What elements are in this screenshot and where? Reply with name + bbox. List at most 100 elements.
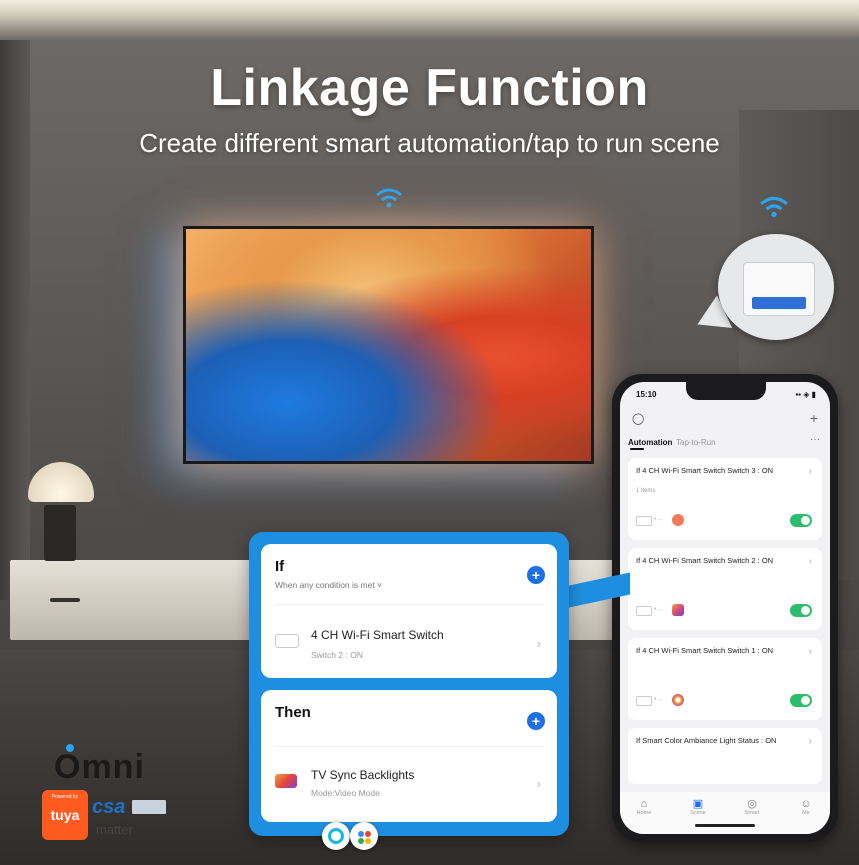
tab-bar: Automation Tap-to-Run ··· (620, 434, 830, 450)
action-sub: Mode:Video Mode (311, 788, 380, 798)
card-title: If 4 CH Wi-Fi Smart Switch Switch 1 : ON (636, 646, 774, 655)
phone: 15:10 ▪▪ ◈ ▮ ◯ + Automation Tap-to-Run ·… (612, 374, 838, 842)
status-time: 15:10 (636, 390, 657, 399)
nav-scene[interactable]: ▣ Scene (680, 798, 716, 816)
matter-logo: matter (96, 822, 133, 837)
switch-terminals (752, 297, 806, 309)
home-icon: ⌂ (640, 798, 648, 810)
condition-dropdown[interactable]: When any condition is met ˅ (275, 580, 382, 590)
chevron-right-icon[interactable]: › (537, 776, 541, 791)
switch-device-icon (275, 634, 299, 648)
tab-underline (630, 448, 644, 450)
nav-label: Smart (744, 810, 760, 816)
add-condition-button[interactable]: + (527, 566, 545, 584)
toggle-knob (801, 696, 810, 705)
card-title: If 4 CH Wi-Fi Smart Switch Switch 2 : ON (636, 556, 774, 565)
chevron-right-icon: › (808, 646, 812, 657)
csa-logo: csa (92, 796, 126, 818)
condition-sub: Switch 2 : ON (311, 650, 363, 660)
divider (275, 746, 543, 747)
card-sub: 1 items (636, 488, 656, 494)
tv (183, 226, 594, 464)
tab-automation[interactable]: Automation (628, 438, 672, 447)
automation-toggle[interactable] (790, 514, 812, 527)
nav-me[interactable]: ☺ Me (788, 798, 824, 816)
g-dot (358, 838, 364, 844)
switch-device-icon (636, 516, 652, 526)
nav-label: Me (802, 810, 810, 816)
room-background: Linkage Function Create different smart … (0, 0, 859, 865)
left-wall (0, 40, 30, 600)
add-icon[interactable]: + (810, 410, 818, 426)
g-dot (365, 831, 371, 837)
arrow-icon: •→ (654, 606, 664, 613)
if-section: If When any condition is met ˅ + 4 CH Wi… (261, 544, 557, 678)
switch-device-icon (636, 696, 652, 706)
lamp-base (44, 505, 76, 561)
arrow-icon: •→ (654, 696, 664, 703)
then-heading: Then (275, 704, 311, 721)
toggle-knob (801, 516, 810, 525)
lamp-shade (28, 462, 94, 502)
nav-label: Scene (690, 810, 706, 816)
tuya-badge: Powered by tuya (42, 790, 88, 840)
g-dot (358, 831, 364, 837)
smart-switch-bubble (718, 234, 834, 340)
smart-icon: ◎ (747, 798, 757, 810)
tuya-logo: tuya (50, 807, 80, 823)
g-dot (365, 838, 371, 844)
automation-card[interactable]: If 4 CH Wi-Fi Smart Switch Switch 2 : ON… (628, 548, 822, 630)
automation-card[interactable]: If 4 CH Wi-Fi Smart Switch Switch 1 : ON… (628, 638, 822, 720)
google-assistant-icon (350, 822, 378, 850)
scene-icon (672, 514, 684, 526)
tab-tap-to-run[interactable]: Tap-to-Run (676, 438, 716, 447)
alexa-icon (322, 822, 350, 850)
scene-detail-panel: If When any condition is met ˅ + 4 CH Wi… (249, 532, 569, 836)
csa-badge (132, 800, 166, 814)
card-title: If 4 CH Wi-Fi Smart Switch Switch 3 : ON (636, 466, 774, 475)
ceiling-light (0, 0, 859, 40)
wifi-icon (758, 194, 790, 224)
nav-label: Home (636, 810, 652, 816)
home-indicator (695, 824, 755, 827)
chevron-right-icon: › (808, 466, 812, 477)
automation-card[interactable]: If Smart Color Ambiance Light Status : O… (628, 728, 822, 784)
bottom-nav: ⌂ Home ▣ Scene ◎ Smart ☺ Me (620, 792, 830, 834)
nav-home[interactable]: ⌂ Home (626, 798, 662, 816)
tv-scene-icon (275, 774, 297, 788)
then-section: Then + TV Sync Backlights Mode:Video Mod… (261, 690, 557, 822)
alexa-ring (328, 828, 344, 844)
add-action-button[interactable]: + (527, 712, 545, 730)
app-header: ◯ + (620, 410, 830, 430)
automation-card[interactable]: If 4 CH Wi-Fi Smart Switch Switch 3 : ON… (628, 458, 822, 540)
condition-title[interactable]: 4 CH Wi-Fi Smart Switch (311, 628, 444, 642)
phone-screen: 15:10 ▪▪ ◈ ▮ ◯ + Automation Tap-to-Run ·… (620, 382, 830, 834)
scene-icon (672, 694, 684, 706)
scene-icon: ▣ (692, 798, 704, 810)
toggle-knob (801, 606, 810, 615)
cabinet-handle (50, 598, 80, 602)
automation-toggle[interactable] (790, 694, 812, 707)
arrow-icon: •→ (654, 516, 664, 523)
hero-subtitle: Create different smart automation/tap to… (139, 128, 720, 158)
scene-icon (672, 604, 684, 616)
me-icon: ☺ (800, 798, 812, 810)
status-icons: ▪▪ ◈ ▮ (795, 390, 816, 399)
action-title[interactable]: TV Sync Backlights (311, 768, 414, 782)
nav-smart[interactable]: ◎ Smart (734, 798, 770, 816)
switch-device-icon (636, 606, 652, 616)
automation-toggle[interactable] (790, 604, 812, 617)
user-icon[interactable]: ◯ (632, 412, 644, 425)
chevron-right-icon: › (808, 556, 812, 567)
if-heading: If (275, 558, 285, 575)
divider (275, 604, 543, 605)
smart-switch-module (743, 262, 815, 316)
hero-title: Linkage Function (210, 59, 649, 117)
phone-notch (686, 382, 766, 400)
card-title: If Smart Color Ambiance Light Status : O… (636, 736, 777, 745)
chevron-right-icon[interactable]: › (537, 636, 541, 651)
more-icon[interactable]: ··· (810, 434, 820, 445)
tuya-caption: Powered by (51, 794, 79, 800)
tv-screen (186, 229, 591, 461)
omni-logo: Omni (54, 748, 145, 786)
